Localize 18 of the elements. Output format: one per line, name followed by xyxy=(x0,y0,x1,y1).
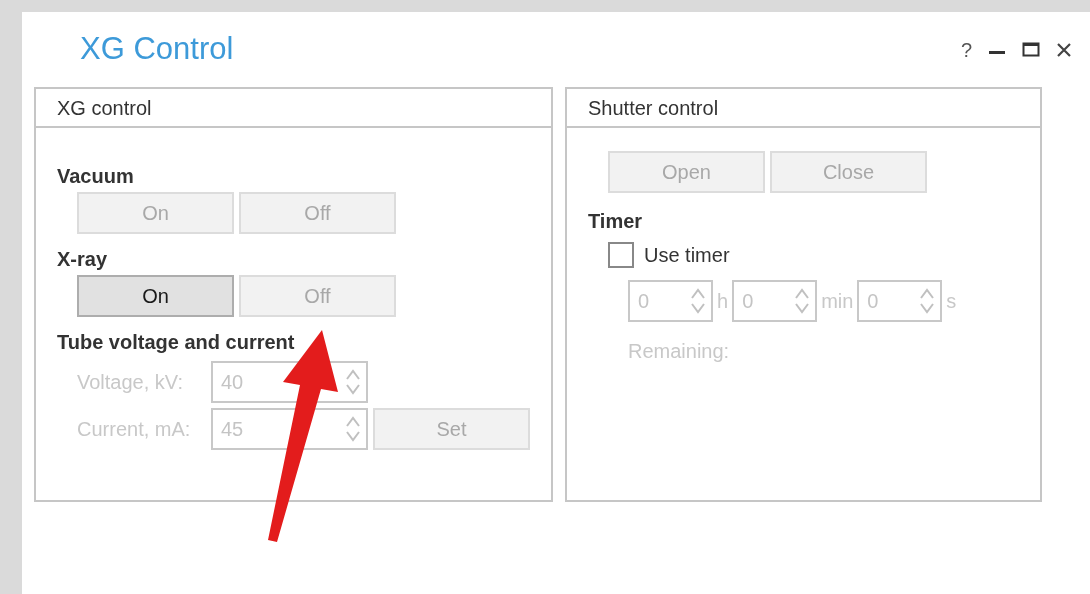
help-button[interactable]: ? xyxy=(960,34,972,65)
spinner-arrows-icon xyxy=(920,287,935,315)
section-label: Tube voltage and current xyxy=(57,330,296,355)
window-title: XG Control xyxy=(80,30,234,69)
checkbox[interactable] xyxy=(608,242,634,268)
close-icon[interactable] xyxy=(1056,41,1072,58)
panel-title: XG control xyxy=(57,95,152,121)
spinner-arrows-icon xyxy=(346,368,360,396)
maximize-icon[interactable] xyxy=(1022,40,1040,59)
panel-title: Shutter control xyxy=(588,95,719,121)
spinner-arrows-icon xyxy=(346,415,360,443)
spinner-arrows-icon xyxy=(795,287,810,315)
spinner-arrows-icon xyxy=(691,287,705,315)
checkbox-label: Use timer xyxy=(644,243,730,268)
section-label: Vacuum xyxy=(57,164,135,189)
section-label: Timer xyxy=(588,209,644,234)
section-label: X-ray xyxy=(57,247,109,272)
push-button[interactable]: On xyxy=(77,275,234,317)
